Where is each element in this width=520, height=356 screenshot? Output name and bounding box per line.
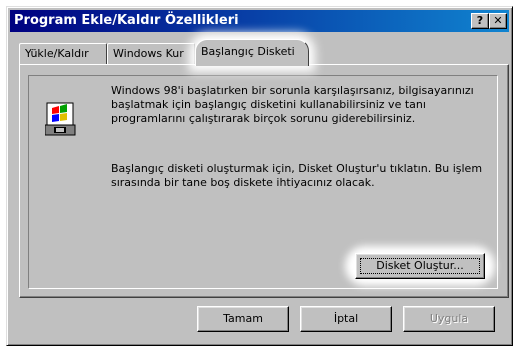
help-button[interactable]: ? xyxy=(471,13,489,29)
cancel-button[interactable]: İptal xyxy=(300,306,392,332)
tab-install-uninstall[interactable]: Yükle/Kaldır xyxy=(19,43,107,64)
close-button[interactable]: ✕ xyxy=(489,13,507,29)
title-bar[interactable]: Program Ekle/Kaldır Özellikleri ? ✕ xyxy=(10,10,509,32)
tab-panel: Windows 98'i başlatırken bir sorunla kar… xyxy=(19,64,509,298)
tab-windows-setup[interactable]: Windows Kur xyxy=(107,43,195,64)
tab-strip: Yükle/Kaldır Windows Kur Başlangıç Diske… xyxy=(19,39,509,66)
create-disk-button[interactable]: Disket Oluştur... xyxy=(355,253,485,279)
tab-startup-disk[interactable]: Başlangıç Disketi xyxy=(195,39,309,66)
properties-window: Program Ekle/Kaldır Özellikleri ? ✕ Yükl… xyxy=(6,6,513,346)
create-disk-label: Disket Oluştur... xyxy=(376,259,464,272)
startup-disk-group: Windows 98'i başlatırken bir sorunla kar… xyxy=(28,75,498,289)
startup-disk-description: Windows 98'i başlatırken bir sorunla kar… xyxy=(111,84,474,125)
windows-setup-icon xyxy=(44,102,77,136)
ok-button[interactable]: Tamam xyxy=(197,306,289,332)
create-disk-instructions: Başlangıç disketi oluşturmak için, Diske… xyxy=(111,162,483,189)
apply-button[interactable]: Uygula xyxy=(403,306,495,332)
window-title: Program Ekle/Kaldır Özellikleri xyxy=(14,13,239,28)
